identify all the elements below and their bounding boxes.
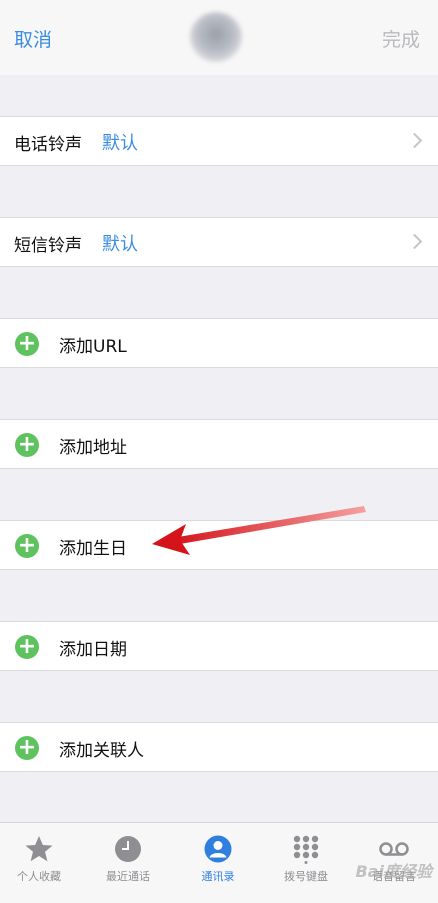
done-button[interactable]: 完成 [382, 25, 420, 52]
tab-label: 个人收藏 [17, 870, 61, 883]
text-tone-value: 默认 [102, 234, 138, 255]
ringtone-row[interactable]: 电话铃声 默认 [0, 116, 438, 166]
text-tone-label: 短信铃声 [14, 236, 82, 256]
contacts-icon [204, 835, 232, 863]
star-icon [25, 836, 53, 862]
tab-favorites[interactable]: 个人收藏 [0, 823, 83, 903]
add-date-row[interactable]: + 添加日期 [0, 621, 438, 671]
clock-icon [115, 836, 141, 862]
keypad-icon [293, 835, 319, 864]
tab-recents[interactable]: 最近通话 [84, 823, 172, 903]
add-icon[interactable]: + [15, 736, 39, 760]
add-icon[interactable]: + [15, 433, 39, 457]
ringtone-value: 默认 [102, 133, 138, 154]
chevron-right-icon [406, 132, 423, 149]
tab-label: 通讯录 [201, 870, 235, 883]
add-url-label: 添加URL [59, 337, 127, 357]
tab-keypad[interactable]: 拨号键盘 [262, 823, 350, 903]
ringtone-label: 电话铃声 [14, 135, 82, 155]
watermark-logo: Bai度经验 [355, 862, 432, 881]
tab-label: 拨号键盘 [284, 870, 328, 883]
add-icon[interactable]: + [15, 635, 39, 659]
add-address-label: 添加地址 [59, 438, 127, 458]
add-related-name-row[interactable]: + 添加关联人 [0, 722, 438, 772]
add-url-row[interactable]: + 添加URL [0, 318, 438, 368]
add-birthday-row[interactable]: + 添加生日 [0, 520, 438, 570]
cancel-button[interactable]: 取消 [14, 25, 52, 52]
add-birthday-label: 添加生日 [59, 539, 127, 559]
add-address-row[interactable]: + 添加地址 [0, 419, 438, 469]
navigation-bar: 取消 完成 [0, 0, 438, 75]
add-icon[interactable]: + [15, 534, 39, 558]
contact-avatar[interactable] [190, 12, 242, 62]
add-related-name-label: 添加关联人 [59, 741, 144, 761]
add-date-label: 添加日期 [59, 640, 127, 660]
text-tone-row[interactable]: 短信铃声 默认 [0, 217, 438, 267]
chevron-right-icon [406, 233, 423, 250]
tab-contacts[interactable]: 通讯录 [174, 823, 262, 903]
tab-label: 最近通话 [106, 870, 150, 883]
add-icon[interactable]: + [15, 332, 39, 356]
